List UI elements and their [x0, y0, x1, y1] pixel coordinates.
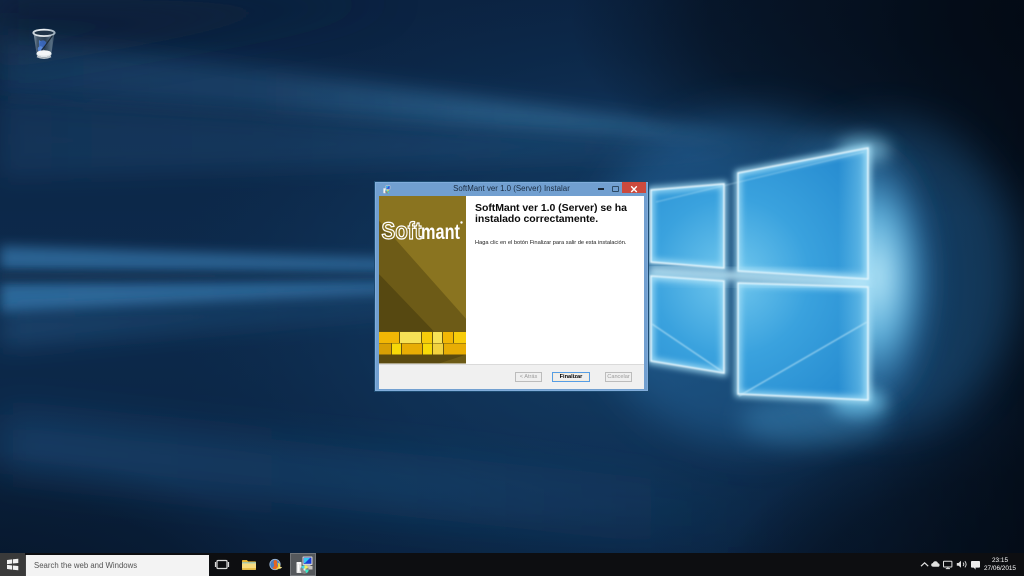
svg-text:mant: mant	[421, 221, 460, 244]
svg-text:Soft: Soft	[382, 218, 422, 245]
